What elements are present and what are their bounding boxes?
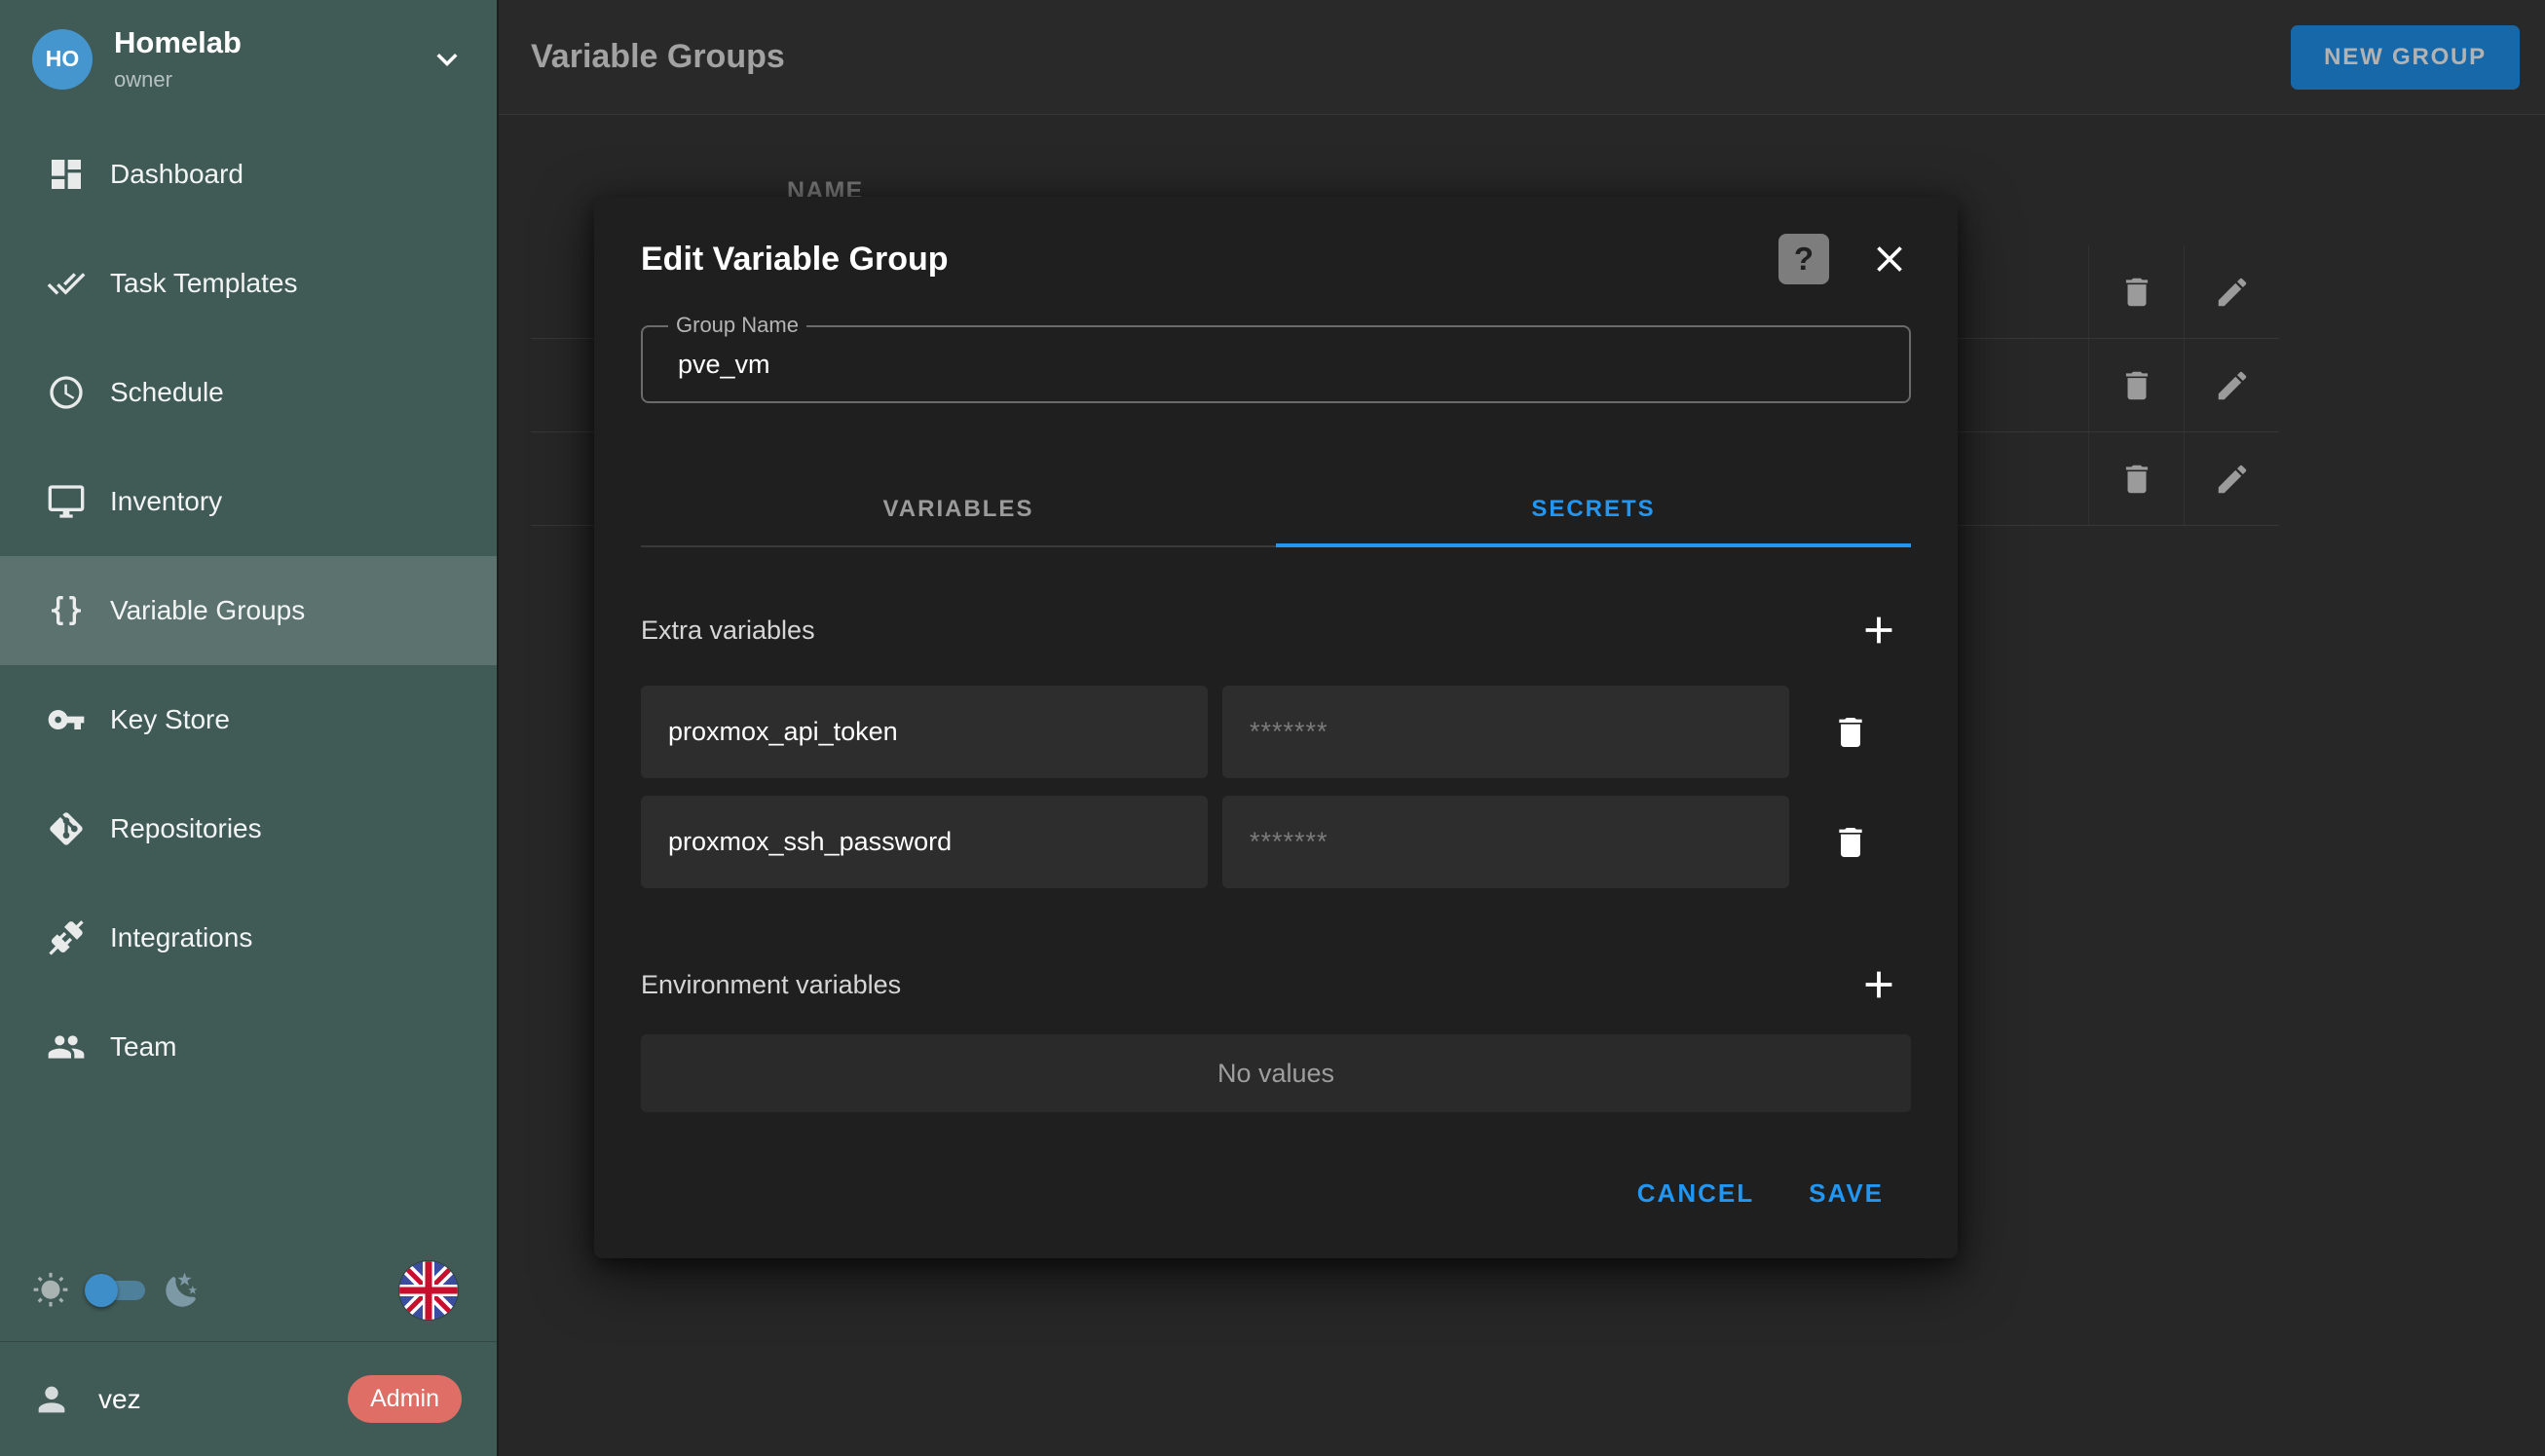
workspace-name: Homelab: [114, 25, 427, 60]
group-name-field: Group Name: [641, 325, 1911, 403]
tab-variables[interactable]: VARIABLES: [641, 473, 1276, 545]
trash-icon: [1831, 823, 1870, 862]
connection-icon: [47, 918, 86, 957]
add-extra-variable-button[interactable]: [1856, 608, 1901, 653]
no-values-placeholder: No values: [641, 1034, 1911, 1112]
main-area: Variable Groups NEW GROUP NAME: [499, 0, 2545, 1456]
group-name-input[interactable]: [643, 327, 1909, 401]
dashboard-icon: [47, 155, 86, 194]
sidebar-item-label: Repositories: [110, 813, 262, 844]
close-icon[interactable]: [1868, 238, 1911, 280]
workspace-role: owner: [114, 67, 427, 93]
workspace-switcher[interactable]: HO Homelab owner: [0, 0, 497, 108]
user-profile[interactable]: vez Admin: [0, 1341, 497, 1456]
username: vez: [98, 1384, 141, 1415]
extra-variables-section: Extra variables: [641, 608, 1911, 653]
cancel-button[interactable]: CANCEL: [1610, 1163, 1781, 1224]
secret-variable-row: [641, 686, 1911, 778]
sidebar-item-team[interactable]: Team: [0, 992, 497, 1101]
secret-key-input[interactable]: [641, 796, 1208, 888]
key-icon: [47, 700, 86, 739]
sidebar-item-key-store[interactable]: Key Store: [0, 665, 497, 774]
workspace-avatar: HO: [32, 29, 93, 90]
sidebar-item-label: Schedule: [110, 377, 224, 408]
sidebar-item-dashboard[interactable]: Dashboard: [0, 120, 497, 229]
secret-value-input[interactable]: [1222, 686, 1789, 778]
sidebar-footer: vez Admin: [0, 1240, 497, 1456]
dialog-actions: CANCEL SAVE: [641, 1163, 1911, 1224]
save-button[interactable]: SAVE: [1781, 1163, 1911, 1224]
sidebar: HO Homelab owner Dashboard Task Template…: [0, 0, 499, 1456]
sidebar-item-label: Key Store: [110, 704, 230, 735]
secret-key-input[interactable]: [641, 686, 1208, 778]
people-icon: [47, 1027, 86, 1066]
add-environment-variable-button[interactable]: [1856, 962, 1901, 1007]
preferences-row: [0, 1240, 497, 1341]
sidebar-item-label: Team: [110, 1031, 176, 1063]
dialog-title: Edit Variable Group: [641, 241, 949, 279]
sidebar-item-inventory[interactable]: Inventory: [0, 447, 497, 556]
sidebar-item-label: Integrations: [110, 922, 252, 953]
user-icon: [32, 1380, 71, 1419]
git-icon: [47, 809, 86, 848]
check-all-icon: [47, 264, 86, 303]
environment-variables-section: Environment variables: [641, 962, 1911, 1007]
sidebar-menu: Dashboard Task Templates Schedule Invent…: [0, 120, 497, 1101]
sidebar-item-label: Task Templates: [110, 268, 297, 299]
trash-icon: [1831, 713, 1870, 752]
sidebar-item-variable-groups[interactable]: Variable Groups: [0, 556, 497, 665]
sidebar-item-integrations[interactable]: Integrations: [0, 883, 497, 992]
moon-icon: [163, 1271, 202, 1310]
secret-value-input[interactable]: [1222, 796, 1789, 888]
uk-flag-icon[interactable]: [399, 1261, 458, 1320]
sun-icon: [32, 1272, 69, 1309]
edit-variable-group-dialog: Edit Variable Group ? Group Name VARIABL…: [594, 197, 1958, 1258]
delete-secret-button[interactable]: [1789, 823, 1911, 862]
chevron-down-icon: [427, 39, 468, 80]
sidebar-item-label: Inventory: [110, 486, 222, 517]
plus-icon: [1856, 608, 1901, 653]
tab-secrets[interactable]: SECRETS: [1276, 473, 1911, 545]
sidebar-item-label: Dashboard: [110, 159, 243, 190]
sidebar-item-task-templates[interactable]: Task Templates: [0, 229, 497, 338]
plus-icon: [1856, 962, 1901, 1007]
secret-variable-row: [641, 796, 1911, 888]
theme-toggle[interactable]: [85, 1274, 147, 1307]
help-button[interactable]: ?: [1778, 234, 1829, 284]
delete-secret-button[interactable]: [1789, 713, 1911, 752]
sidebar-item-repositories[interactable]: Repositories: [0, 774, 497, 883]
group-name-label: Group Name: [668, 313, 806, 338]
dialog-tabs: VARIABLES SECRETS: [641, 473, 1911, 547]
code-braces-icon: [47, 591, 86, 630]
monitor-icon: [47, 482, 86, 521]
clock-icon: [47, 373, 86, 412]
sidebar-item-schedule[interactable]: Schedule: [0, 338, 497, 447]
environment-variables-heading: Environment variables: [641, 970, 901, 1000]
sidebar-item-label: Variable Groups: [110, 595, 305, 626]
admin-badge: Admin: [348, 1375, 462, 1423]
extra-variables-heading: Extra variables: [641, 616, 815, 646]
